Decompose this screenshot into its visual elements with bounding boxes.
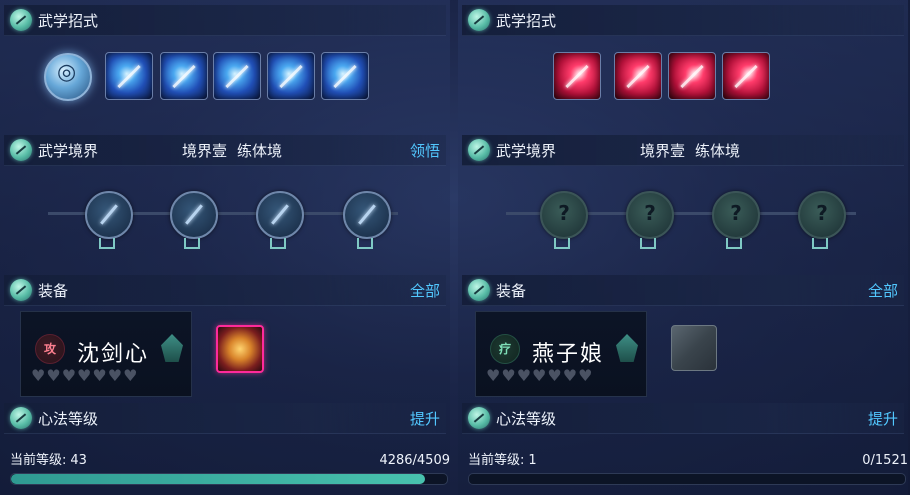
section-title: 武学招式 [38, 12, 99, 30]
skill-slot-2-icon[interactable] [160, 52, 208, 100]
level-label: 当前等级: [468, 453, 525, 468]
character-card[interactable]: 疗 燕子娘 ♥♥♥♥♥♥♥ [475, 311, 647, 397]
xinfa-section-header: 心法等级 提升 [4, 403, 446, 434]
upgrade-button[interactable]: 提升 [868, 408, 898, 429]
xinfa-section-header: 心法等级 提升 [462, 403, 904, 434]
level-value: 43 [70, 453, 87, 468]
sword-icon [468, 9, 490, 31]
sword-icon [10, 9, 32, 31]
realm-section-header: 武学境界 境界壹 练体境 [462, 135, 904, 166]
section-title: 装备 [496, 282, 527, 300]
empty-equipment-slot-icon[interactable] [671, 325, 717, 371]
level-progress-bar [468, 473, 906, 485]
realm-node-1-icon[interactable] [85, 191, 133, 239]
realm-node-3-icon[interactable] [256, 191, 304, 239]
realm-stage-name: 练体境 [237, 142, 283, 160]
affinity-hearts-icon: ♥♥♥♥♥♥♥ [31, 366, 139, 385]
realm-stage-number: 境界壹 [182, 142, 228, 160]
realm-stage-number: 境界壹 [640, 142, 686, 160]
realm-section-header: 武学境界 境界壹 练体境 领悟 [4, 135, 446, 166]
character-sigil-icon [616, 334, 638, 362]
realm-stage: 境界壹 练体境 [640, 140, 750, 161]
comprehend-button[interactable]: 领悟 [410, 140, 440, 161]
equipment-icon [468, 279, 490, 301]
section-title: 武学境界 [496, 142, 557, 160]
attack-element-badge: 攻 [35, 334, 65, 364]
locked-realm-node-1-icon[interactable] [540, 191, 588, 239]
realm-slot-icon [554, 238, 570, 249]
skill-slot-2-icon[interactable] [614, 52, 662, 100]
realm-slot-icon [812, 238, 828, 249]
mind-method-icon [468, 407, 490, 429]
section-title: 心法等级 [38, 410, 99, 428]
affinity-hearts-icon: ♥♥♥♥♥♥♥ [486, 366, 594, 385]
realm-stage: 境界壹 练体境 [182, 140, 292, 161]
character-sigil-icon [161, 334, 183, 362]
gold-armor-equipment-icon[interactable] [216, 325, 264, 373]
skill-slot-3-icon[interactable] [213, 52, 261, 100]
realm-slot-icon [726, 238, 742, 249]
progress-fill [11, 474, 426, 484]
character-panel-left: 武学招式 武学境界 境界壹练体境 领悟 装备 全部 攻 沈剑心 ♥♥♥♥♥♥♥ [0, 0, 450, 495]
skill-slot-4-icon[interactable] [267, 52, 315, 100]
locked-realm-node-3-icon[interactable] [712, 191, 760, 239]
realm-slot-icon [640, 238, 656, 249]
skills-section-header: 武学招式 [4, 5, 446, 36]
realm-node-4-icon[interactable] [343, 191, 391, 239]
character-name: 燕子娘 [532, 342, 605, 367]
realm-slot-icon [99, 238, 115, 249]
all-equipment-button[interactable]: 全部 [410, 280, 440, 301]
skill-slot-5-icon[interactable] [321, 52, 369, 100]
realm-icon [468, 139, 490, 161]
character-panel-right: 武学招式 武学境界 境界壹练体境 装备 全部 疗 燕子娘 ♥♥♥♥♥♥♥ 心法等… [458, 0, 908, 495]
section-title: 武学境界 [38, 142, 99, 160]
realm-stage-name: 练体境 [695, 142, 741, 160]
locked-realm-node-2-icon[interactable] [626, 191, 674, 239]
section-title: 武学招式 [496, 12, 557, 30]
skill-slot-4-icon[interactable] [722, 52, 770, 100]
section-title: 心法等级 [496, 410, 557, 428]
equipment-icon [10, 279, 32, 301]
current-level: 当前等级: 43 [10, 449, 87, 468]
progress-text: 0/1521 [862, 453, 908, 468]
realm-slot-icon [184, 238, 200, 249]
mind-method-icon [10, 407, 32, 429]
character-name: 沈剑心 [77, 342, 150, 367]
all-equipment-button[interactable]: 全部 [868, 280, 898, 301]
realm-slot-icon [357, 238, 373, 249]
progress-text: 4286/4509 [379, 453, 450, 468]
level-progress-bar [10, 473, 448, 485]
level-value: 1 [528, 453, 537, 468]
skill-slot-1-icon[interactable] [553, 52, 601, 100]
core-skill-medallion-icon[interactable] [44, 53, 92, 101]
skills-section-header: 武学招式 [462, 5, 904, 36]
skill-slot-3-icon[interactable] [668, 52, 716, 100]
section-title: 装备 [38, 282, 69, 300]
current-level: 当前等级: 1 [468, 449, 537, 468]
realm-slot-icon [270, 238, 286, 249]
equip-section-header: 装备 全部 [4, 275, 446, 306]
character-card[interactable]: 攻 沈剑心 ♥♥♥♥♥♥♥ [20, 311, 192, 397]
realm-icon [10, 139, 32, 161]
level-label: 当前等级: [10, 453, 67, 468]
heal-element-badge: 疗 [490, 334, 520, 364]
locked-realm-node-4-icon[interactable] [798, 191, 846, 239]
equip-section-header: 装备 全部 [462, 275, 904, 306]
skill-slot-1-icon[interactable] [105, 52, 153, 100]
realm-node-2-icon[interactable] [170, 191, 218, 239]
upgrade-button[interactable]: 提升 [410, 408, 440, 429]
